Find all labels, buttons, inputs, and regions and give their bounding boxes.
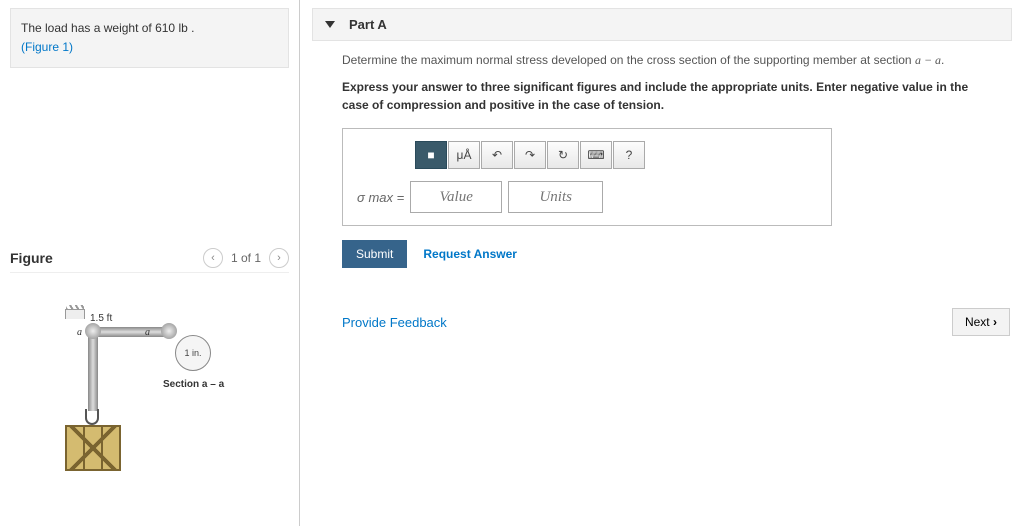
figure-next-button[interactable]: › [269, 248, 289, 268]
collapse-caret-icon [325, 21, 335, 28]
answer-toolbar: ■ μÅ ↶ ↷ ↻ ⌨ ? [415, 141, 817, 169]
figure-pager-text: 1 of 1 [231, 251, 261, 265]
help-button[interactable]: ? [613, 141, 645, 169]
figure-pager: ‹ 1 of 1 › [203, 248, 289, 268]
sigma-max-label: σ max = [357, 190, 404, 205]
section-label-a-left: a [77, 327, 82, 338]
answer-box: ■ μÅ ↶ ↷ ↻ ⌨ ? σ max = [342, 128, 832, 226]
request-answer-link[interactable]: Request Answer [423, 247, 517, 261]
next-button[interactable]: Next › [952, 308, 1010, 336]
submit-button[interactable]: Submit [342, 240, 407, 268]
redo-button[interactable]: ↷ [514, 141, 546, 169]
problem-statement: The load has a weight of 610 lb . (Figur… [10, 8, 289, 68]
reset-button[interactable]: ↻ [547, 141, 579, 169]
provide-feedback-link[interactable]: Provide Feedback [342, 315, 447, 330]
section-label-a-right: a [145, 327, 150, 338]
undo-button[interactable]: ↶ [481, 141, 513, 169]
section-caption: Section a – a [163, 379, 224, 390]
figure-link[interactable]: (Figure 1) [21, 40, 73, 54]
format-tool-button[interactable]: ■ [415, 141, 447, 169]
part-a-instruction: Express your answer to three significant… [342, 78, 992, 114]
value-input[interactable] [410, 181, 502, 213]
figure-prev-button[interactable]: ‹ [203, 248, 223, 268]
keyboard-button[interactable]: ⌨ [580, 141, 612, 169]
part-a-prompt: Determine the maximum normal stress deve… [342, 53, 992, 68]
statement-text: The load has a weight of 610 lb . [21, 21, 194, 35]
greek-tool-button[interactable]: μÅ [448, 141, 480, 169]
units-input[interactable] [508, 181, 603, 213]
part-a-header[interactable]: Part A [312, 8, 1012, 41]
part-a-title: Part A [349, 17, 387, 32]
figure-title: Figure [10, 250, 53, 266]
figure-image: 1 in. 1.5 ft a a Section a – a [25, 287, 265, 477]
section-detail-circle: 1 in. [175, 335, 211, 371]
dimension-horizontal: 1.5 ft [90, 313, 112, 324]
